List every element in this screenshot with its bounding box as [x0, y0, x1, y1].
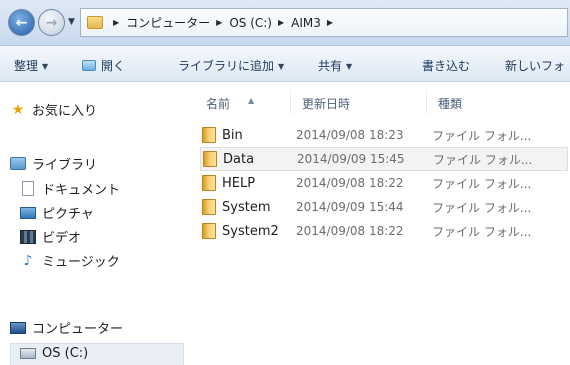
column-header-type[interactable]: 種類 [438, 95, 462, 112]
file-list: 名前 ▲ 更新日時 種類 Bin 2014/09/08 18:23 ファイル フ… [190, 82, 570, 365]
file-row-bin[interactable]: Bin 2014/09/08 18:23 ファイル フォル... [202, 123, 566, 147]
nav-computer[interactable]: コンピューター [10, 318, 123, 337]
chevron-right-icon[interactable]: ▶ [216, 18, 222, 27]
nav-pictures[interactable]: ピクチャ [20, 203, 94, 222]
command-bar: 整理 ▼ 開く ライブラリに追加 ▼ 共有 ▼ 書き込む 新しいフォ [0, 46, 570, 82]
file-modified: 2014/09/08 18:22 [296, 224, 404, 238]
add-to-library-button[interactable]: ライブラリに追加 ▼ [178, 57, 284, 74]
nav-favorites[interactable]: ★ お気に入り [10, 100, 98, 120]
column-header-name[interactable]: 名前 ▲ [206, 95, 254, 112]
sort-ascending-icon: ▲ [248, 96, 255, 105]
file-row-help[interactable]: HELP 2014/09/08 18:22 ファイル フォル... [202, 171, 566, 195]
breadcrumb-aim3[interactable]: AIM3 [291, 16, 321, 30]
share-button[interactable]: 共有 ▼ [318, 57, 352, 74]
burn-label: 書き込む [422, 59, 471, 73]
file-row-data[interactable]: Data 2014/09/09 15:45 ファイル フォル... [200, 147, 568, 171]
organize-label: 整理 [14, 59, 39, 73]
nav-drive-c[interactable]: OS (C:) [20, 346, 88, 361]
document-icon [22, 181, 34, 196]
file-type: ファイル フォル... [433, 152, 533, 167]
organize-button[interactable]: 整理 ▼ [14, 57, 48, 74]
burn-button[interactable]: 書き込む [422, 57, 470, 74]
breadcrumb[interactable]: ▶ コンピューター ▶ OS (C:) ▶ AIM3 ▶ [80, 8, 568, 37]
folder-icon [202, 223, 216, 239]
nav-pictures-label: ピクチャ [42, 207, 94, 222]
nav-videos-label: ビデオ [42, 231, 82, 246]
add-to-library-label: ライブラリに追加 [178, 59, 275, 73]
nav-music[interactable]: ♪ ミュージック [20, 251, 120, 271]
share-label: 共有 [318, 59, 343, 73]
video-icon [20, 229, 36, 244]
chevron-right-icon[interactable]: ▶ [327, 18, 333, 27]
drive-icon [20, 348, 36, 359]
column-modified-label: 更新日時 [302, 97, 351, 111]
chevron-down-icon: ▼ [278, 62, 285, 71]
nav-music-label: ミュージック [42, 255, 120, 270]
file-modified: 2014/09/08 18:22 [296, 176, 404, 190]
music-icon: ♪ [23, 252, 33, 269]
folder-icon [202, 199, 216, 215]
chevron-down-icon: ▼ [42, 62, 49, 71]
nav-favorites-label: お気に入り [32, 104, 98, 119]
open-button[interactable]: 開く [82, 57, 125, 74]
column-divider[interactable] [426, 90, 427, 114]
back-button[interactable]: ← [8, 9, 35, 36]
nav-videos[interactable]: ビデオ [20, 227, 81, 246]
new-folder-button[interactable]: 新しいフォ [505, 57, 565, 74]
chevron-right-icon[interactable]: ▶ [278, 18, 284, 27]
file-row-system[interactable]: System 2014/09/09 15:44 ファイル フォル... [202, 195, 566, 219]
file-name: Bin [222, 127, 243, 143]
folder-icon [87, 16, 103, 29]
nav-libraries[interactable]: ライブラリ [10, 154, 97, 173]
column-type-label: 種類 [438, 97, 463, 111]
pictures-icon [20, 206, 36, 219]
navigation-pane: ★ お気に入り ライブラリ ドキュメント ピクチャ ビデオ ♪ ミュージック コ… [0, 82, 190, 365]
file-modified: 2014/09/09 15:44 [296, 200, 404, 214]
chevron-down-icon: ▼ [346, 62, 353, 71]
nav-libraries-label: ライブラリ [32, 158, 98, 173]
nav-drive-label: OS (C:) [42, 346, 89, 361]
nav-computer-label: コンピューター [32, 322, 124, 337]
file-name: System2 [222, 223, 279, 239]
file-type: ファイル フォル... [432, 200, 532, 215]
file-modified: 2014/09/08 18:23 [296, 128, 404, 142]
column-header-modified[interactable]: 更新日時 [302, 95, 350, 112]
nav-documents-label: ドキュメント [42, 183, 121, 198]
open-folder-icon [82, 60, 96, 71]
computer-icon [10, 321, 26, 334]
file-type: ファイル フォル... [432, 128, 532, 143]
file-name: HELP [222, 175, 256, 191]
new-folder-label: 新しいフォ [505, 59, 566, 73]
folder-icon [202, 127, 216, 143]
recent-pages-dropdown[interactable]: ▼ [68, 17, 75, 27]
nav-documents[interactable]: ドキュメント [20, 179, 120, 198]
file-modified: 2014/09/09 15:45 [297, 152, 405, 166]
chevron-right-icon[interactable]: ▶ [113, 18, 119, 27]
file-type: ファイル フォル... [432, 224, 532, 239]
arrow-right-icon: → [45, 14, 58, 31]
file-name: System [222, 199, 271, 215]
breadcrumb-computer[interactable]: コンピューター [126, 14, 210, 31]
file-row-system2[interactable]: System2 2014/09/08 18:22 ファイル フォル... [202, 219, 566, 243]
star-icon: ★ [11, 101, 25, 118]
folder-icon [202, 175, 216, 191]
arrow-left-icon: ← [15, 14, 28, 31]
forward-button[interactable]: → [38, 9, 65, 36]
breadcrumb-drive[interactable]: OS (C:) [229, 16, 272, 30]
file-type: ファイル フォル... [432, 176, 532, 191]
column-divider[interactable] [290, 90, 291, 114]
address-bar: ← → ▼ ▶ コンピューター ▶ OS (C:) ▶ AIM3 ▶ [0, 0, 570, 46]
library-icon [10, 157, 26, 170]
folder-icon [203, 151, 217, 167]
file-name: Data [223, 151, 255, 167]
column-name-label: 名前 [206, 97, 231, 111]
open-label: 開く [101, 59, 126, 73]
